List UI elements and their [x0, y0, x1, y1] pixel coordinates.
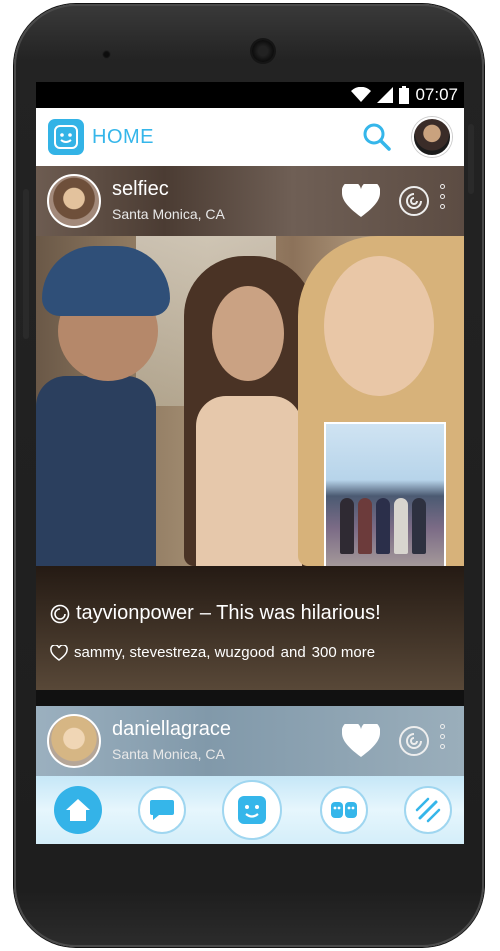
post-username[interactable]: selfiec — [112, 178, 169, 201]
regram-icon — [50, 604, 70, 623]
battery-icon — [399, 86, 410, 104]
search-icon[interactable] — [362, 122, 392, 157]
volume-button — [23, 189, 29, 339]
settings-icon — [415, 797, 441, 823]
nav-settings-button[interactable] — [404, 786, 452, 834]
like-button[interactable] — [341, 721, 381, 763]
sensor-dot — [102, 50, 111, 59]
friends-icon — [331, 802, 357, 818]
like-button[interactable] — [341, 181, 381, 223]
likes-conj: and — [280, 644, 306, 661]
app-bar: HOME — [36, 108, 464, 166]
post-location: Santa Monica, CA — [112, 746, 225, 762]
regram-icon — [399, 726, 429, 756]
phone-screen: 07:07 HOME selfiec Santa Monica, CA tayv… — [36, 82, 464, 844]
nav-friends-button[interactable] — [320, 786, 368, 834]
caption: tayvionpower – This was hilarious! — [50, 602, 381, 625]
post-header: selfiec Santa Monica, CA — [36, 166, 464, 236]
post-username[interactable]: daniellagrace — [112, 718, 231, 741]
app-logo-icon[interactable] — [48, 119, 84, 155]
profile-avatar[interactable] — [412, 117, 452, 157]
status-bar: 07:07 — [36, 82, 464, 108]
bottom-nav — [36, 776, 464, 844]
caption-area: tayvionpower – This was hilarious! sammy… — [36, 566, 464, 690]
more-options-button[interactable] — [440, 724, 445, 749]
home-icon — [66, 799, 90, 821]
selfie-camera-icon — [238, 796, 266, 824]
post-location: Santa Monica, CA — [112, 206, 225, 222]
heart-icon — [341, 721, 381, 757]
avatar[interactable] — [47, 174, 101, 228]
wifi-icon — [351, 87, 372, 102]
heart-outline-icon — [50, 644, 68, 661]
regram-icon — [399, 186, 429, 216]
signal-icon — [377, 87, 394, 103]
likes-summary[interactable]: sammy, stevestreza, wuzgood and 300 more — [50, 644, 375, 661]
more-options-button[interactable] — [440, 184, 445, 209]
regram-button[interactable] — [398, 725, 430, 762]
clock: 07:07 — [415, 85, 458, 104]
inset-photo[interactable] — [324, 422, 446, 566]
chat-icon — [150, 800, 174, 820]
avatar[interactable] — [47, 714, 101, 768]
caption-username[interactable]: tayvionpower — [76, 602, 194, 625]
caption-text: – This was hilarious! — [199, 602, 381, 624]
post-photo[interactable] — [36, 236, 464, 566]
page-title: HOME — [92, 125, 154, 148]
power-button — [468, 124, 474, 194]
nav-home-button[interactable] — [54, 786, 102, 834]
heart-icon — [341, 181, 381, 217]
likes-more[interactable]: 300 more — [312, 644, 375, 661]
nav-chat-button[interactable] — [138, 786, 186, 834]
nav-selfie-button[interactable] — [222, 780, 282, 840]
regram-button[interactable] — [398, 185, 430, 222]
feed[interactable]: selfiec Santa Monica, CA tayvionpower – … — [36, 166, 464, 776]
likes-names: sammy, stevestreza, wuzgood — [74, 644, 275, 661]
post-header: daniellagrace Santa Monica, CA — [36, 706, 464, 776]
front-camera — [252, 40, 274, 62]
